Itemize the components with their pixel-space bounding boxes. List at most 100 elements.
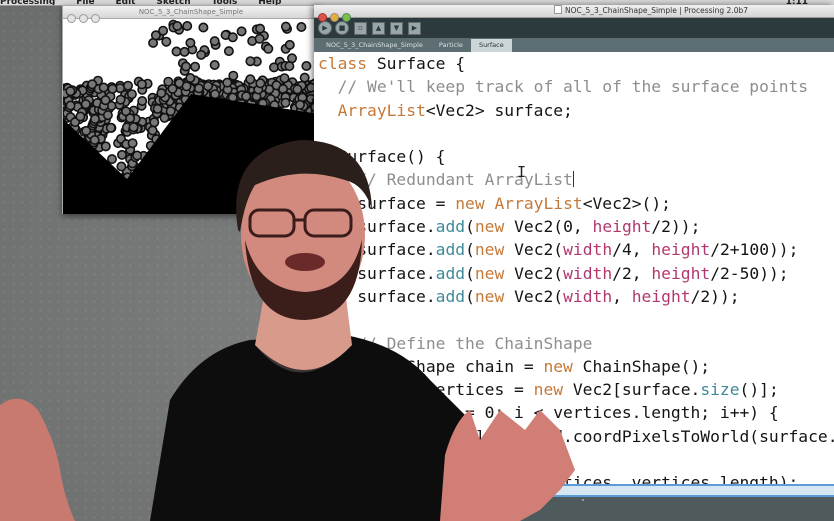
particle <box>299 72 310 83</box>
code-line[interactable]: surface = new ArrayList<Vec2>(); <box>318 192 834 215</box>
code-token: height <box>592 217 652 237</box>
particle <box>222 77 233 88</box>
particle <box>149 117 160 128</box>
sketch-window: NOC_5_3_ChainShape_Simple <box>62 5 320 214</box>
zoom-button[interactable] <box>342 13 351 22</box>
code-token: <Vec2>(); <box>582 193 671 213</box>
text-caret <box>572 171 574 188</box>
minimize-button[interactable] <box>330 13 339 22</box>
code-token: /2-50)); <box>710 263 789 283</box>
ide-window: NOC_5_3_ChainShape_Simple | Processing 2… <box>314 5 834 521</box>
tab-main[interactable]: NOC_5_3_ChainShape_Simple <box>318 39 431 52</box>
sketch-title-bar[interactable]: NOC_5_3_ChainShape_Simple <box>63 6 319 23</box>
particle <box>263 43 274 54</box>
code-token: Vec2( <box>504 286 564 306</box>
code-editor[interactable]: class Surface { // We'll keep track of a… <box>318 52 834 495</box>
code-token: , <box>612 286 632 306</box>
open-icon: ▲ <box>375 24 382 32</box>
code-token: /2+100)); <box>710 240 799 260</box>
particle <box>122 80 133 91</box>
code-token: add <box>435 217 466 237</box>
particle <box>100 95 111 106</box>
code-token: vertices[i] = box2d.coordPixelsToWorld(s… <box>376 426 834 446</box>
code-token: } <box>318 450 368 470</box>
particle <box>181 61 192 72</box>
code-token: new <box>474 240 505 260</box>
code-line[interactable] <box>318 122 834 145</box>
particle <box>301 60 312 71</box>
particle <box>127 138 138 149</box>
particle <box>126 89 137 100</box>
particle <box>156 88 167 99</box>
sketch-window-title: NOC_5_3_ChainShape_Simple <box>138 8 244 16</box>
code-line[interactable]: // We'll keep track of all of the surfac… <box>318 75 834 98</box>
particle <box>80 99 91 110</box>
new-button[interactable]: ▫ <box>354 21 367 35</box>
particle <box>209 59 220 70</box>
open-button[interactable]: ▲ <box>372 21 385 35</box>
particle <box>98 82 109 93</box>
particle <box>284 39 295 50</box>
document-icon <box>554 5 562 14</box>
code-token: new <box>474 217 505 237</box>
code-line[interactable]: Surface() { <box>318 145 834 168</box>
code-line[interactable]: ArrayList<Vec2> surface; <box>318 99 834 122</box>
code-token: ( <box>465 240 475 260</box>
particle <box>296 22 307 32</box>
particle <box>198 22 209 33</box>
code-token: Surface { <box>367 54 466 73</box>
particle <box>89 114 100 125</box>
particle <box>106 154 117 165</box>
code-token: height <box>631 286 691 306</box>
particle <box>185 37 196 48</box>
code-line[interactable]: // Redundant ArrayList <box>318 168 834 191</box>
code-line[interactable]: class Surface { <box>318 52 834 75</box>
code-token: width <box>563 286 613 306</box>
code-line[interactable]: for (int i = 0; i < vertices.length; i++… <box>318 401 834 424</box>
export-button[interactable]: ▶ <box>408 21 421 35</box>
code-token: width <box>563 240 613 260</box>
particle <box>185 72 196 83</box>
code-token: height <box>651 240 711 260</box>
sketch-canvas[interactable] <box>63 19 319 214</box>
code-token: Vec2( <box>504 263 564 283</box>
particle <box>255 23 266 34</box>
code-token: Vec2( <box>504 240 564 260</box>
close-button[interactable] <box>318 13 327 22</box>
particle <box>182 21 193 31</box>
code-line[interactable]: surface.add(new Vec2(width/2, height/2-5… <box>318 262 834 285</box>
tab-particle[interactable]: Particle <box>431 39 471 52</box>
code-token: surface. <box>318 286 436 306</box>
code-line[interactable]: } <box>318 448 834 471</box>
particle <box>190 61 201 72</box>
code-line[interactable]: surface.add(new Vec2(width, height/2)); <box>318 285 834 308</box>
particle <box>89 135 100 146</box>
ide-title-bar[interactable]: NOC_5_3_ChainShape_Simple | Processing 2… <box>314 5 834 22</box>
horizontal-scrollbar[interactable] <box>314 484 834 497</box>
code-token: width <box>563 263 613 283</box>
particle <box>163 76 174 87</box>
code-line[interactable]: surface.add(new Vec2(width/4, height/2+1… <box>318 238 834 261</box>
code-line[interactable]: surface.add(new Vec2(0, height/2)); <box>318 215 834 238</box>
code-line[interactable]: vertices[i] = box2d.coordPixelsToWorld(s… <box>318 425 834 448</box>
code-line[interactable]: ChainShape chain = new ChainShape(); <box>318 355 834 378</box>
particle <box>193 83 204 94</box>
particle <box>223 46 234 57</box>
code-line[interactable]: Vec2[] vertices = new Vec2[surface.size(… <box>318 378 834 401</box>
particle <box>147 125 158 136</box>
particle <box>210 89 221 100</box>
particle <box>137 96 148 107</box>
particle <box>172 21 183 31</box>
code-token: Vec2[] vertices = <box>318 380 534 400</box>
code-line[interactable] <box>318 308 834 331</box>
particle <box>65 100 76 111</box>
save-button[interactable]: ▼ <box>390 21 403 35</box>
code-token: surface. <box>318 263 436 283</box>
code-token: new <box>455 193 485 213</box>
menu-app[interactable]: Processing <box>0 0 55 5</box>
code-token: /4, <box>612 240 652 260</box>
particle <box>280 97 291 108</box>
code-line[interactable]: // Define the ChainShape <box>318 332 834 355</box>
tab-surface[interactable]: Surface <box>470 39 512 52</box>
particle <box>81 125 92 136</box>
